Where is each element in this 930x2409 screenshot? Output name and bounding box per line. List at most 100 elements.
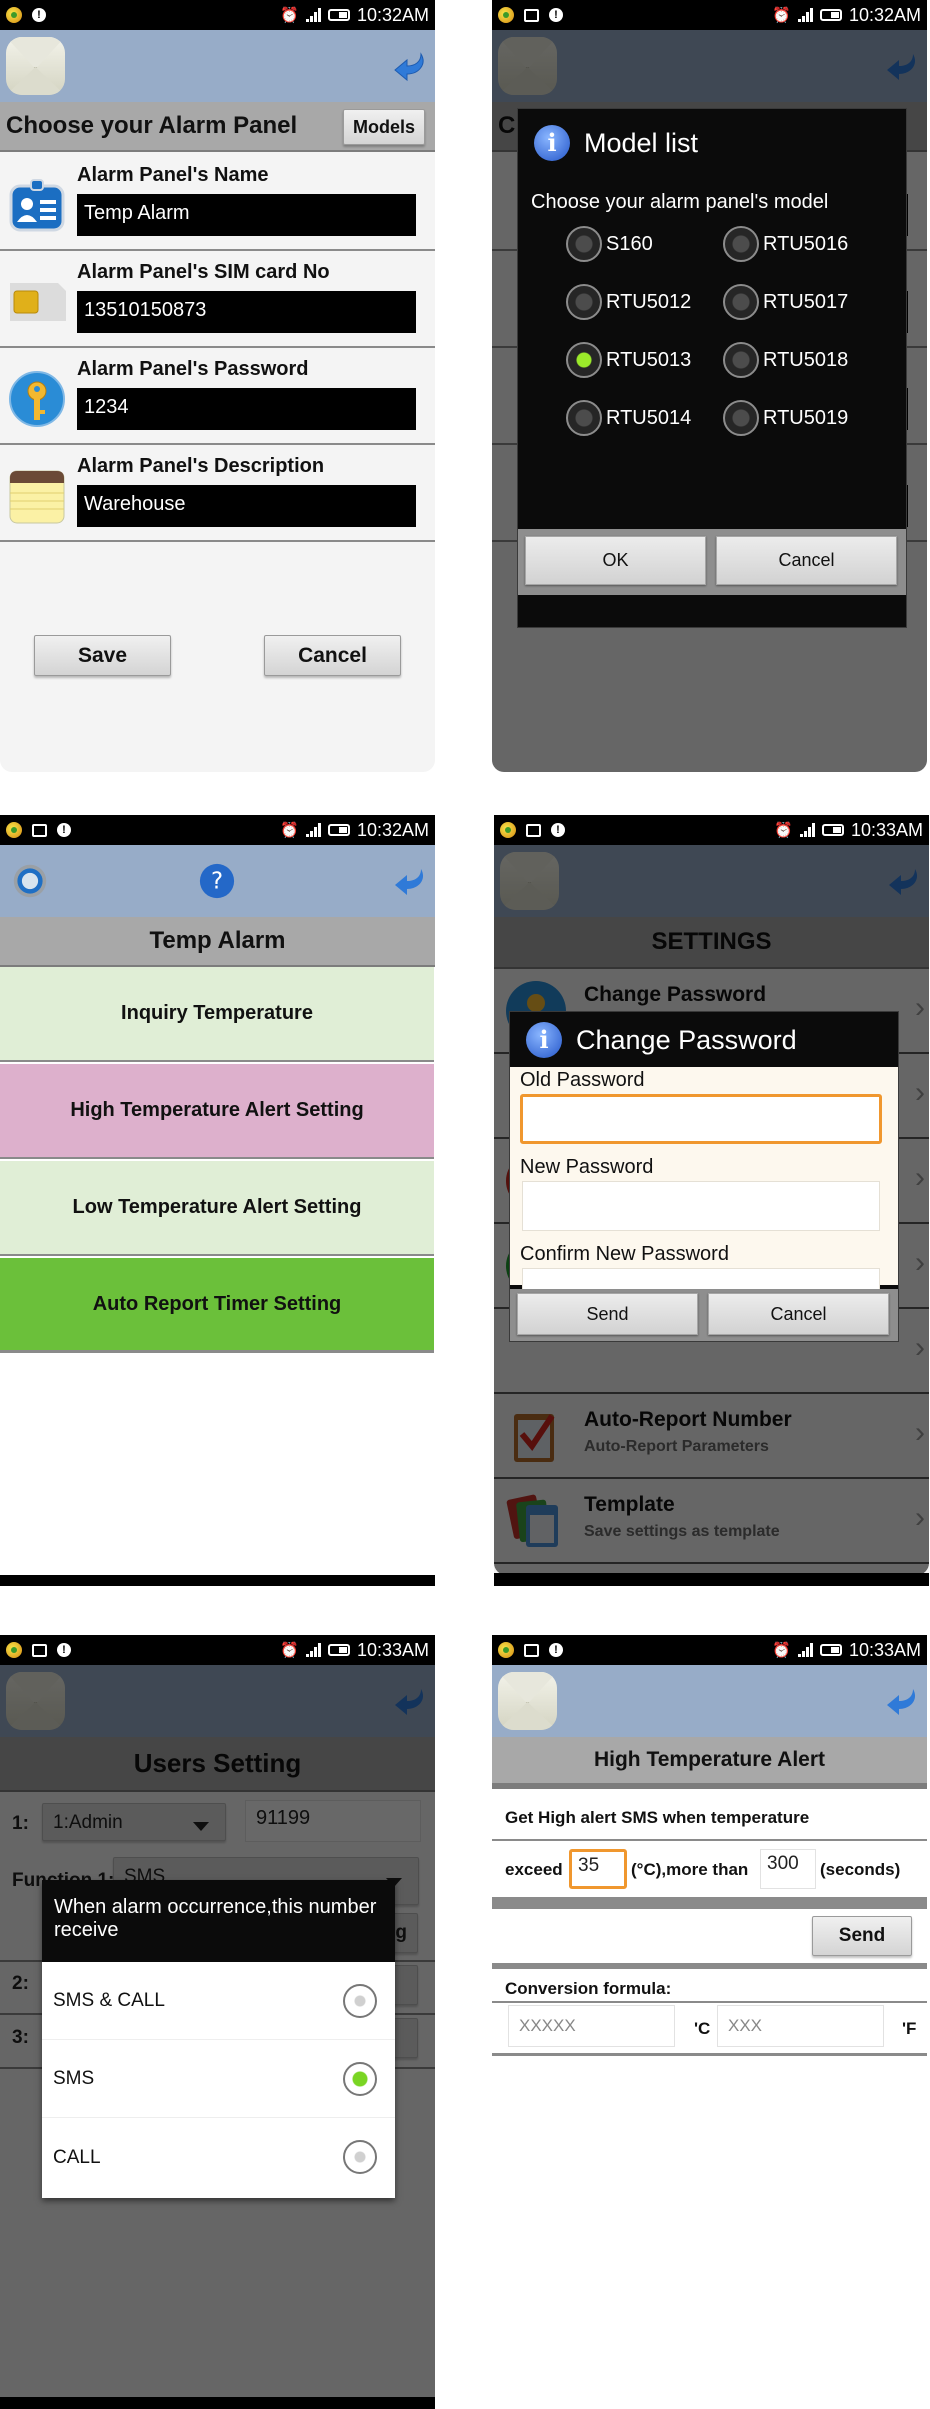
sim-card-icon <box>10 283 66 321</box>
divider <box>492 1963 927 1969</box>
status-time: 10:32AM <box>356 819 429 840</box>
signal-bars-icon <box>305 1643 321 1657</box>
back-arrow-icon[interactable] <box>885 1685 919 1719</box>
send-button[interactable]: Send <box>812 1916 912 1956</box>
radio-icon <box>723 342 759 378</box>
fahrenheit-input[interactable]: XXX <box>717 2005 884 2047</box>
status-bar: ! ⏰ 10:33AM <box>0 1635 435 1665</box>
help-icon[interactable]: ? <box>198 862 236 900</box>
alarm-clock-icon: ⏰ <box>280 6 299 24</box>
cancel-button[interactable]: Cancel <box>264 635 401 676</box>
status-bar: ! ⏰ 10:33AM <box>492 1635 927 1665</box>
alarm-clock-icon: ⏰ <box>772 1641 791 1659</box>
panel-description-input[interactable]: Warehouse <box>77 485 416 527</box>
status-bar: ! ⏰ 10:32AM <box>492 0 927 30</box>
model-option[interactable]: RTU5012 <box>566 284 691 320</box>
model-label: RTU5019 <box>763 406 849 429</box>
cancel-button[interactable]: Cancel <box>716 536 897 585</box>
models-button[interactable]: Models <box>343 109 425 145</box>
duration-input[interactable]: 300 <box>760 1849 816 1889</box>
app-notification-icon <box>498 1642 514 1658</box>
back-arrow-icon[interactable] <box>393 50 427 84</box>
image-notification-icon <box>524 8 539 22</box>
envelope-icon[interactable] <box>6 37 65 95</box>
app-notification-icon <box>6 822 22 838</box>
save-button[interactable]: Save <box>34 635 171 676</box>
conversion-label: Conversion formula: <box>505 1979 672 1998</box>
model-option[interactable]: RTU5018 <box>723 342 848 378</box>
celsius-input[interactable]: XXXXX <box>508 2005 675 2047</box>
model-option[interactable]: RTU5017 <box>723 284 848 320</box>
model-option[interactable]: RTU5014 <box>566 400 691 436</box>
intro-text: Get High alert SMS when temperature <box>505 1808 810 1827</box>
model-label: RTU5017 <box>763 290 849 313</box>
settings-gear-icon[interactable] <box>12 863 48 899</box>
sim-number-input[interactable]: 13510150873 <box>77 291 416 333</box>
model-option[interactable]: S160 <box>566 226 653 262</box>
threshold-input[interactable]: 35 <box>569 1849 627 1889</box>
status-time: 10:32AM <box>356 4 429 25</box>
divider <box>492 1897 927 1909</box>
screen-choose-alarm-panel: ! ⏰ 10:32AM Choose your Alarm Panel Mode… <box>0 0 435 772</box>
contact-card-icon <box>9 179 65 232</box>
option-sms-and-call[interactable]: SMS & CALL <box>42 1962 395 2040</box>
back-arrow-icon[interactable] <box>393 865 427 899</box>
image-notification-icon <box>526 823 541 837</box>
model-option[interactable]: RTU5016 <box>723 226 848 262</box>
radio-icon <box>566 284 602 320</box>
option-label: CALL <box>53 2147 101 2168</box>
nav-bar <box>0 1575 435 1586</box>
alarm-clock-icon: ⏰ <box>280 821 299 839</box>
high-temp-alert-button[interactable]: High Temperature Alert Setting <box>0 1064 434 1159</box>
status-bar: ! ⏰ 10:33AM <box>494 815 929 845</box>
fahrenheit-unit: 'F <box>902 2019 917 2038</box>
auto-report-timer-button[interactable]: Auto Report Timer Setting <box>0 1258 434 1353</box>
message-alert-icon: ! <box>551 823 565 837</box>
old-password-input[interactable] <box>520 1094 882 1144</box>
radio-checked-icon <box>566 342 602 378</box>
screen-high-temperature-alert: ! ⏰ 10:33AM High Temperature Alert Get H… <box>492 1635 927 2095</box>
envelope-icon[interactable] <box>498 1672 557 1730</box>
page-title: Temp Alarm <box>0 917 435 967</box>
field-label: Alarm Panel's Password <box>77 358 309 380</box>
battery-icon <box>819 1644 842 1656</box>
radio-icon <box>343 1984 377 2018</box>
dialog-title-text: Change Password <box>576 1024 797 1055</box>
ok-button[interactable]: OK <box>525 536 706 585</box>
app-header: ? <box>0 845 435 917</box>
new-password-input[interactable] <box>522 1181 880 1231</box>
image-notification-icon <box>32 823 47 837</box>
signal-bars-icon <box>305 8 321 22</box>
option-sms[interactable]: SMS <box>42 2040 395 2118</box>
cancel-button[interactable]: Cancel <box>708 1293 889 1335</box>
battery-icon <box>819 9 842 21</box>
signal-bars-icon <box>797 1643 813 1657</box>
svg-text:?: ? <box>211 869 223 895</box>
panel-password-input[interactable]: 1234 <box>77 388 416 430</box>
message-alert-icon: ! <box>32 8 46 22</box>
battery-icon <box>821 824 844 836</box>
app-notification-icon <box>6 1642 22 1658</box>
low-temp-alert-button[interactable]: Low Temperature Alert Setting <box>0 1161 434 1256</box>
model-option[interactable]: RTU5019 <box>723 400 848 436</box>
divider <box>492 2001 927 2003</box>
form-row-password: Alarm Panel's Password 1234 <box>0 348 435 445</box>
model-option-selected[interactable]: RTU5013 <box>566 342 691 378</box>
inquiry-temperature-button[interactable]: Inquiry Temperature <box>0 967 434 1062</box>
panel-name-input[interactable]: Temp Alarm <box>77 194 416 236</box>
info-icon: i <box>526 1022 562 1058</box>
model-label: RTU5014 <box>606 406 692 429</box>
image-notification-icon <box>524 1643 539 1657</box>
screen-temp-alarm-menu: ! ⏰ 10:32AM ? Temp Alarm Inquiry Tempera… <box>0 815 435 1586</box>
send-button[interactable]: Send <box>517 1293 698 1335</box>
alarm-clock-icon: ⏰ <box>772 6 791 24</box>
alarm-clock-icon: ⏰ <box>774 821 793 839</box>
option-call[interactable]: CALL <box>42 2118 395 2198</box>
battery-icon <box>327 9 350 21</box>
radio-icon <box>723 226 759 262</box>
nav-bar <box>0 2397 435 2409</box>
model-label: S160 <box>606 232 653 255</box>
divider <box>492 2053 927 2056</box>
signal-bars-icon <box>799 823 815 837</box>
app-notification-icon <box>500 822 516 838</box>
